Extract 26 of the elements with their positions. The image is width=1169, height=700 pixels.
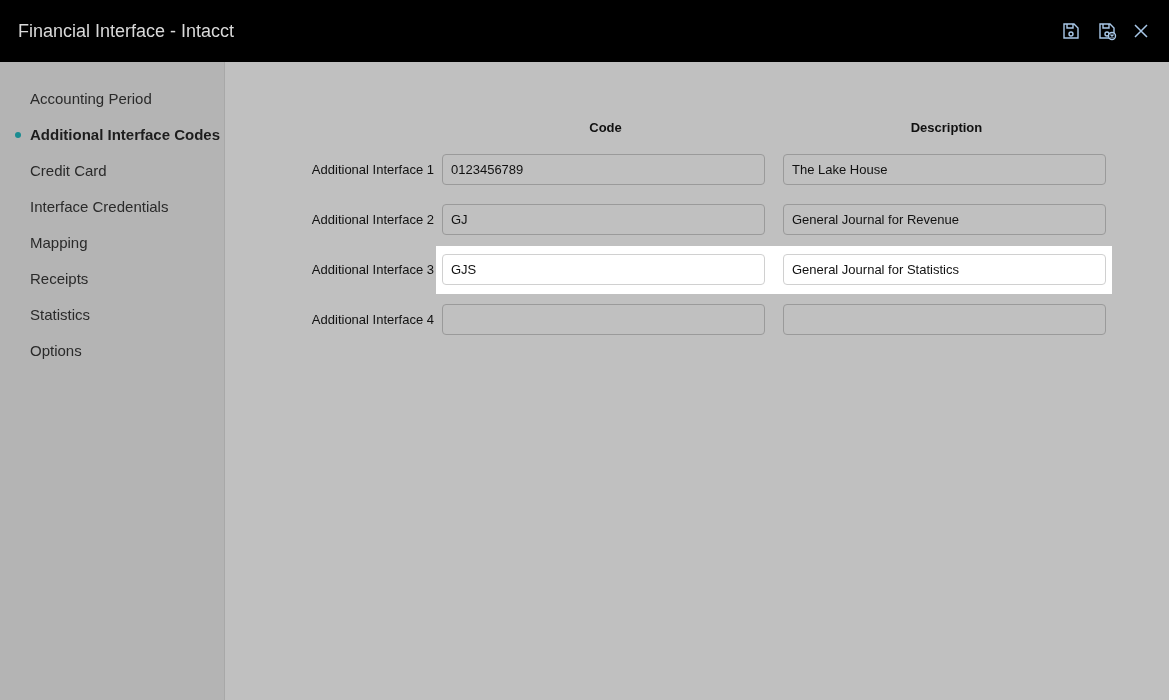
save-close-icon[interactable] [1097, 21, 1117, 41]
sidebar-item[interactable]: Receipts [30, 267, 89, 291]
sidebar-item[interactable]: Additional Interface Codes [30, 123, 221, 147]
row-label: Additional Interface 1 [310, 160, 435, 179]
input-field[interactable] [783, 304, 1106, 335]
sidebar-item[interactable]: Options [30, 339, 82, 363]
column-header: Code [589, 119, 622, 137]
input-field[interactable]: The Lake House [783, 154, 1106, 185]
input-field[interactable]: General Journal for Revenue [783, 204, 1106, 235]
sidebar-item[interactable]: Mapping [30, 231, 88, 255]
row-label: Additional Interface 3 [310, 260, 435, 279]
window-title: Financial Interface - Intacct [18, 19, 235, 43]
input-field[interactable]: 0123456789 [442, 154, 765, 185]
row-label: Additional Interface 4 [310, 310, 435, 329]
input-field[interactable]: General Journal for Statistics [783, 254, 1106, 285]
sidebar-item[interactable]: Interface Credentials [30, 195, 169, 219]
save-icon[interactable] [1061, 21, 1081, 41]
input-field[interactable] [442, 304, 765, 335]
sidebar-item[interactable]: Accounting Period [30, 87, 152, 111]
input-field[interactable]: GJS [442, 254, 765, 285]
sidebar-item[interactable]: Statistics [30, 303, 90, 327]
close-icon[interactable] [1133, 23, 1149, 39]
column-header: Description [910, 119, 983, 137]
input-field[interactable]: GJ [442, 204, 765, 235]
sidebar-item[interactable]: Credit Card [30, 159, 107, 183]
row-label: Additional Interface 2 [310, 210, 435, 229]
